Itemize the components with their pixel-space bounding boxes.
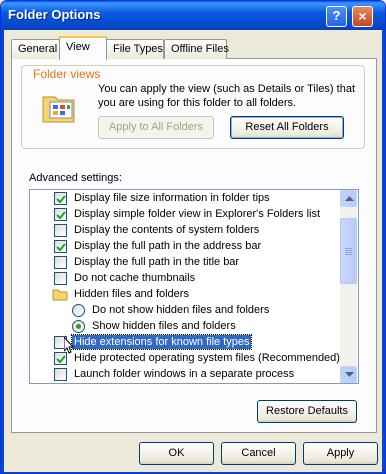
radio-checked[interactable] <box>72 320 85 333</box>
vertical-scrollbar[interactable] <box>340 190 357 383</box>
list-item[interactable]: Launch folder windows in a separate proc… <box>30 366 340 382</box>
checkbox-unchecked[interactable] <box>54 368 67 381</box>
tab-view[interactable]: View <box>59 36 107 60</box>
window-title: Folder Options <box>8 7 101 22</box>
list-item[interactable]: Do not cache thumbnails <box>30 270 340 286</box>
list-item-selected[interactable]: Hide extensions for known file types <box>30 334 340 350</box>
list-item[interactable]: Display file size information in folder … <box>30 190 340 206</box>
list-item[interactable]: Display the full path in the title bar <box>30 254 340 270</box>
window-frame-right <box>382 30 385 473</box>
list-item[interactable]: Display the contents of system folders <box>30 222 340 238</box>
folder-views-label: Folder views <box>30 67 104 81</box>
tab-general[interactable]: General <box>11 39 60 59</box>
folder-icon <box>52 289 68 301</box>
radio-unchecked[interactable] <box>72 304 85 317</box>
checkbox-checked[interactable] <box>54 192 67 205</box>
mouse-cursor-icon <box>64 337 74 354</box>
reset-all-folders-button[interactable]: Reset All Folders <box>230 116 344 139</box>
list-item[interactable]: Display the full path in the address bar <box>30 238 340 254</box>
folder-options-dialog: Folder Options ? × General View File Typ… <box>0 0 386 474</box>
ok-button[interactable]: OK <box>139 442 214 465</box>
apply-to-all-folders-button[interactable]: Apply to All Folders <box>98 116 214 139</box>
checkbox-unchecked[interactable] <box>54 256 67 269</box>
list-item[interactable]: Display simple folder view in Explorer's… <box>30 206 340 222</box>
list-item[interactable]: Hide protected operating system files (R… <box>30 350 340 366</box>
restore-defaults-button[interactable]: Restore Defaults <box>257 400 357 423</box>
advanced-settings-label: Advanced settings: <box>29 172 122 184</box>
checkbox-checked[interactable] <box>54 240 67 253</box>
cancel-button[interactable]: Cancel <box>221 442 296 465</box>
folder-views-icon <box>42 96 75 123</box>
checkbox-unchecked[interactable] <box>54 272 67 285</box>
folder-views-description: You can apply the view (such as Details … <box>98 83 356 109</box>
checkbox-checked[interactable] <box>54 208 67 221</box>
scroll-down-button[interactable] <box>340 366 357 383</box>
list-item[interactable]: Do not show hidden files and folders <box>30 302 340 318</box>
advanced-settings-list[interactable]: Display file size information in folder … <box>29 189 359 384</box>
checkbox-unchecked[interactable] <box>54 224 67 237</box>
list-item: Hidden files and folders <box>30 286 340 302</box>
window-frame-left <box>1 30 4 473</box>
title-bar[interactable]: Folder Options ? × <box>1 1 385 30</box>
tab-offline-files[interactable]: Offline Files <box>164 39 229 59</box>
help-button[interactable]: ? <box>326 6 347 27</box>
scroll-thumb[interactable] <box>340 218 357 284</box>
close-button[interactable]: × <box>352 6 373 27</box>
tab-file-types[interactable]: File Types <box>106 39 164 59</box>
scroll-up-button[interactable] <box>340 190 357 207</box>
list-item[interactable]: Show hidden files and folders <box>30 318 340 334</box>
apply-button[interactable]: Apply <box>303 442 378 465</box>
